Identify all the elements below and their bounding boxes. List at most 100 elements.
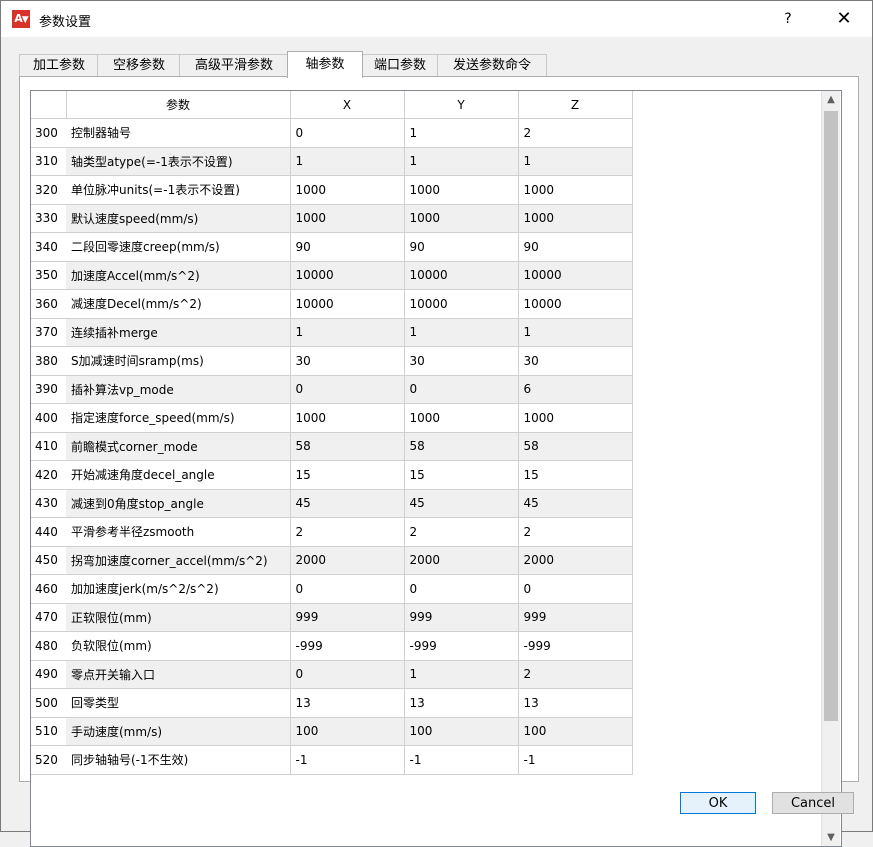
- y-value-cell[interactable]: 13: [404, 688, 519, 718]
- row-number: 510: [31, 717, 66, 746]
- scroll-up-icon[interactable]: ▲: [822, 91, 840, 108]
- z-value-cell[interactable]: 0: [518, 574, 633, 604]
- x-value-cell[interactable]: -1: [290, 745, 405, 775]
- vertical-scrollbar[interactable]: ▲ ▼: [821, 91, 840, 846]
- y-value-cell[interactable]: 999: [404, 603, 519, 632]
- x-value-cell[interactable]: 1000: [290, 204, 405, 233]
- z-value-cell[interactable]: 45: [518, 489, 633, 518]
- z-value-cell[interactable]: 30: [518, 346, 633, 376]
- x-value-cell[interactable]: 0: [290, 660, 405, 689]
- x-value-cell[interactable]: 10000: [290, 289, 405, 319]
- z-value-cell[interactable]: -999: [518, 631, 633, 661]
- y-value-cell[interactable]: 100: [404, 717, 519, 746]
- tab-port-params[interactable]: 端口参数: [361, 54, 439, 77]
- z-value-cell[interactable]: 1000: [518, 175, 633, 205]
- y-value-cell[interactable]: 1: [404, 660, 519, 689]
- axis-params-grid: 参数 X Y Z 300 控制器轴号 0 1 2 310 轴类型atype(=-1表示不设置…: [30, 90, 842, 847]
- header-y[interactable]: Y: [404, 91, 519, 119]
- z-value-cell[interactable]: 1000: [518, 403, 633, 433]
- y-value-cell[interactable]: 1000: [404, 403, 519, 433]
- y-value-cell[interactable]: 10000: [404, 261, 519, 290]
- x-value-cell[interactable]: 2: [290, 517, 405, 547]
- param-name-cell: 减速度Decel(mm/s^2): [66, 289, 291, 319]
- z-value-cell[interactable]: 1: [518, 147, 633, 176]
- y-value-cell[interactable]: 58: [404, 432, 519, 461]
- tab-advanced-smoothing-params[interactable]: 高级平滑参数: [179, 54, 289, 77]
- x-value-cell[interactable]: 13: [290, 688, 405, 718]
- tab-send-param-commands[interactable]: 发送参数命令: [437, 54, 547, 77]
- y-value-cell[interactable]: 0: [404, 375, 519, 404]
- x-value-cell[interactable]: 1: [290, 318, 405, 347]
- y-value-cell[interactable]: 2000: [404, 546, 519, 575]
- tab-machining-params[interactable]: 加工参数: [19, 54, 99, 77]
- y-value-cell[interactable]: 1: [404, 147, 519, 176]
- x-value-cell[interactable]: 2000: [290, 546, 405, 575]
- x-value-cell[interactable]: 10000: [290, 261, 405, 290]
- tab-axis-params[interactable]: 轴参数: [287, 51, 363, 78]
- z-value-cell[interactable]: 10000: [518, 261, 633, 290]
- x-value-cell[interactable]: 999: [290, 603, 405, 632]
- y-value-cell[interactable]: 30: [404, 346, 519, 376]
- x-value-cell[interactable]: 90: [290, 232, 405, 262]
- x-value-cell[interactable]: 0: [290, 574, 405, 604]
- x-value-cell[interactable]: 1: [290, 147, 405, 176]
- y-value-cell[interactable]: -999: [404, 631, 519, 661]
- x-value-cell[interactable]: 1000: [290, 403, 405, 433]
- z-value-cell[interactable]: 1: [518, 318, 633, 347]
- x-value-cell[interactable]: 45: [290, 489, 405, 518]
- y-value-cell[interactable]: 1: [404, 318, 519, 347]
- x-value-cell[interactable]: 30: [290, 346, 405, 376]
- z-value-cell[interactable]: 15: [518, 460, 633, 490]
- scroll-thumb[interactable]: [824, 111, 838, 721]
- x-value-cell[interactable]: 0: [290, 375, 405, 404]
- y-value-cell[interactable]: 10000: [404, 289, 519, 319]
- param-name-cell: 默认速度speed(mm/s): [66, 204, 291, 233]
- z-value-cell[interactable]: 58: [518, 432, 633, 461]
- y-value-cell[interactable]: 1000: [404, 175, 519, 205]
- y-value-cell[interactable]: 15: [404, 460, 519, 490]
- header-z[interactable]: Z: [518, 91, 633, 119]
- cancel-button[interactable]: Cancel: [772, 792, 854, 814]
- header-x[interactable]: X: [290, 91, 405, 119]
- table-row: 350 加速度Accel(mm/s^2) 10000 10000 10000: [31, 261, 633, 290]
- z-value-cell[interactable]: 100: [518, 717, 633, 746]
- ok-button[interactable]: OK: [680, 792, 756, 814]
- close-icon[interactable]: ✕: [829, 5, 859, 33]
- x-value-cell[interactable]: 15: [290, 460, 405, 490]
- table-row: 410 前瞻模式corner_mode 58 58 58: [31, 432, 633, 461]
- x-value-cell[interactable]: 1000: [290, 175, 405, 205]
- z-value-cell[interactable]: 2: [518, 517, 633, 547]
- y-value-cell[interactable]: 1000: [404, 204, 519, 233]
- param-name-cell: 加速度Accel(mm/s^2): [66, 261, 291, 290]
- x-value-cell[interactable]: 0: [290, 118, 405, 148]
- help-button[interactable]: ?: [773, 5, 803, 33]
- y-value-cell[interactable]: 2: [404, 517, 519, 547]
- z-value-cell[interactable]: 6: [518, 375, 633, 404]
- z-value-cell[interactable]: 90: [518, 232, 633, 262]
- tab-rapid-move-params[interactable]: 空移参数: [97, 54, 181, 77]
- z-value-cell[interactable]: 2: [518, 660, 633, 689]
- y-value-cell[interactable]: 90: [404, 232, 519, 262]
- x-value-cell[interactable]: 58: [290, 432, 405, 461]
- z-value-cell[interactable]: 2000: [518, 546, 633, 575]
- row-number: 360: [31, 289, 66, 319]
- y-value-cell[interactable]: 1: [404, 118, 519, 148]
- table-row: 390 插补算法vp_mode 0 0 6: [31, 375, 633, 404]
- x-value-cell[interactable]: -999: [290, 631, 405, 661]
- y-value-cell[interactable]: 45: [404, 489, 519, 518]
- z-value-cell[interactable]: -1: [518, 745, 633, 775]
- y-value-cell[interactable]: -1: [404, 745, 519, 775]
- table-row: 440 平滑参考半径zsmooth 2 2 2: [31, 517, 633, 547]
- row-number: 310: [31, 147, 66, 176]
- x-value-cell[interactable]: 100: [290, 717, 405, 746]
- z-value-cell[interactable]: 1000: [518, 204, 633, 233]
- z-value-cell[interactable]: 10000: [518, 289, 633, 319]
- y-value-cell[interactable]: 0: [404, 574, 519, 604]
- table-row: 480 负软限位(mm) -999 -999 -999: [31, 631, 633, 661]
- param-name-cell: 前瞻模式corner_mode: [66, 432, 291, 461]
- z-value-cell[interactable]: 13: [518, 688, 633, 718]
- z-value-cell[interactable]: 2: [518, 118, 633, 148]
- z-value-cell[interactable]: 999: [518, 603, 633, 632]
- header-param[interactable]: 参数: [66, 91, 291, 119]
- param-name-cell: 平滑参考半径zsmooth: [66, 517, 291, 547]
